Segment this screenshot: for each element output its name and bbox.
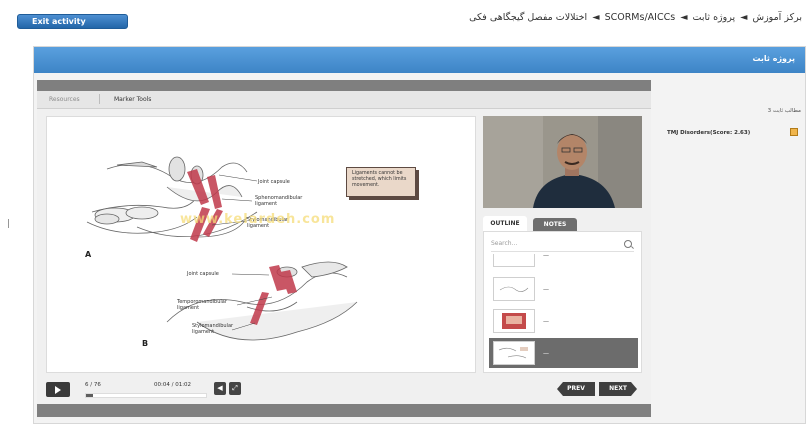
outline-notes-panel: OUTLINE NOTES Search... — — — — — [483, 216, 642, 373]
slide-canvas: Joint capsule Sphenomandibular ligament … — [46, 116, 476, 373]
search-icon[interactable] — [624, 240, 632, 248]
outline-item[interactable]: — — [489, 306, 638, 336]
label-joint-capsule-b: Joint capsule — [187, 271, 219, 277]
outline-item-title: — — [543, 318, 549, 325]
slide-watermark: www.kelardeh.com — [180, 212, 336, 227]
course-panel: پروژه ثابت Resources Marker Tools Joint … — [33, 46, 806, 424]
presenter-figure — [483, 116, 642, 208]
breadcrumb-separator: ◄ — [592, 12, 600, 23]
figure-letter-b: B — [142, 339, 149, 348]
seek-bar[interactable] — [85, 393, 207, 398]
panel-header: پروژه ثابت — [34, 47, 805, 73]
label-temporomandibular-ligament: Temporomandibular ligament — [177, 299, 227, 311]
player-tab-bar: Resources Marker Tools — [37, 91, 651, 109]
tab-notes[interactable]: NOTES — [533, 218, 577, 231]
tmj-ligament-illustration — [86, 156, 358, 341]
slide-thumbnail — [493, 309, 535, 333]
player-top-strip — [37, 80, 651, 91]
breadcrumb-separator: ◄ — [680, 12, 688, 23]
sidebar-activity-link[interactable]: TMJ Disorders(Score: 2.63) — [667, 130, 750, 136]
breadcrumb-item-course[interactable]: پروژه ثابت — [693, 12, 736, 23]
expand-icon[interactable]: ⤢ — [229, 382, 241, 395]
panel-title: پروژه ثابت — [752, 54, 795, 63]
outline-item-title: — — [543, 254, 549, 259]
figure-letter-a: A — [85, 250, 92, 259]
slide-callout-box: Ligaments cannot be stretched, which lim… — [346, 167, 416, 197]
breadcrumb: برکز آموزش ◄ پروژه ثابت ◄ SCORMs/AICCs ◄… — [468, 12, 803, 23]
tab-resources[interactable]: Resources — [49, 96, 80, 103]
play-button[interactable] — [46, 382, 70, 397]
scorm-player: Resources Marker Tools Joint capsule Sph… — [37, 80, 651, 420]
thumbnail-red-figure — [502, 313, 526, 329]
playback-controls: 6 / 76 00:04 / 01:02 ◀ ⤢ PREV NEXT — [46, 381, 642, 399]
label-stylomandibular-ligament-b: Stylomandibular ligament — [192, 323, 234, 335]
tab-outline[interactable]: OUTLINE — [483, 216, 527, 231]
slide-counter: 6 / 76 — [85, 382, 101, 388]
prev-button[interactable]: PREV — [557, 382, 595, 396]
exit-activity-button[interactable]: Exit activity — [17, 14, 128, 29]
thumbnail-current-slide — [498, 347, 528, 359]
breadcrumb-item-current: اختلالات مفصل گیجگاهی فکی — [469, 12, 588, 23]
outline-item-title: — — [543, 286, 549, 293]
slide-thumbnail — [493, 341, 535, 365]
tab-divider — [99, 94, 100, 104]
outline-item-title: — — [543, 350, 549, 357]
top-bar: Exit activity برکز آموزش ◄ پروژه ثابت ◄ … — [0, 0, 807, 40]
outline-item[interactable]: — — [489, 274, 638, 304]
breadcrumb-item-scorms[interactable]: SCORMs/AICCs — [605, 12, 676, 23]
outline-item[interactable]: — — [489, 254, 638, 270]
presenter-video[interactable] — [483, 116, 642, 208]
left-edge-marker: | — [7, 219, 11, 229]
sidebar-subtitle: مطالب ثابت 3 — [767, 108, 801, 114]
thumbnail-sketch — [499, 286, 529, 292]
label-joint-capsule-a: Joint capsule — [258, 179, 290, 185]
scorm-package-icon — [790, 128, 798, 136]
breadcrumb-separator: ◄ — [740, 12, 748, 23]
slide-thumbnail-list[interactable]: — — — — — [489, 254, 638, 370]
seek-bar-fill — [86, 394, 94, 397]
label-sphenomandibular-ligament: Sphenomandibular ligament — [255, 195, 303, 207]
breadcrumb-item-home[interactable]: برکز آموزش — [753, 12, 803, 23]
activity-sidebar: مطالب ثابت 3 TMJ Disorders(Score: 2.63) — [657, 80, 805, 380]
next-button[interactable]: NEXT — [599, 382, 637, 396]
slide-thumbnail — [493, 277, 535, 301]
time-display: 00:04 / 01:02 — [154, 382, 192, 388]
outline-item-selected[interactable]: — — [489, 338, 638, 368]
outline-list: Search... — — — — — [483, 231, 642, 373]
outline-search-input[interactable]: Search... — [491, 237, 634, 252]
tab-marker-tools[interactable]: Marker Tools — [114, 96, 151, 103]
player-bottom-strip — [37, 404, 651, 417]
slide-thumbnail — [493, 254, 535, 267]
volume-icon[interactable]: ◀ — [214, 382, 226, 395]
